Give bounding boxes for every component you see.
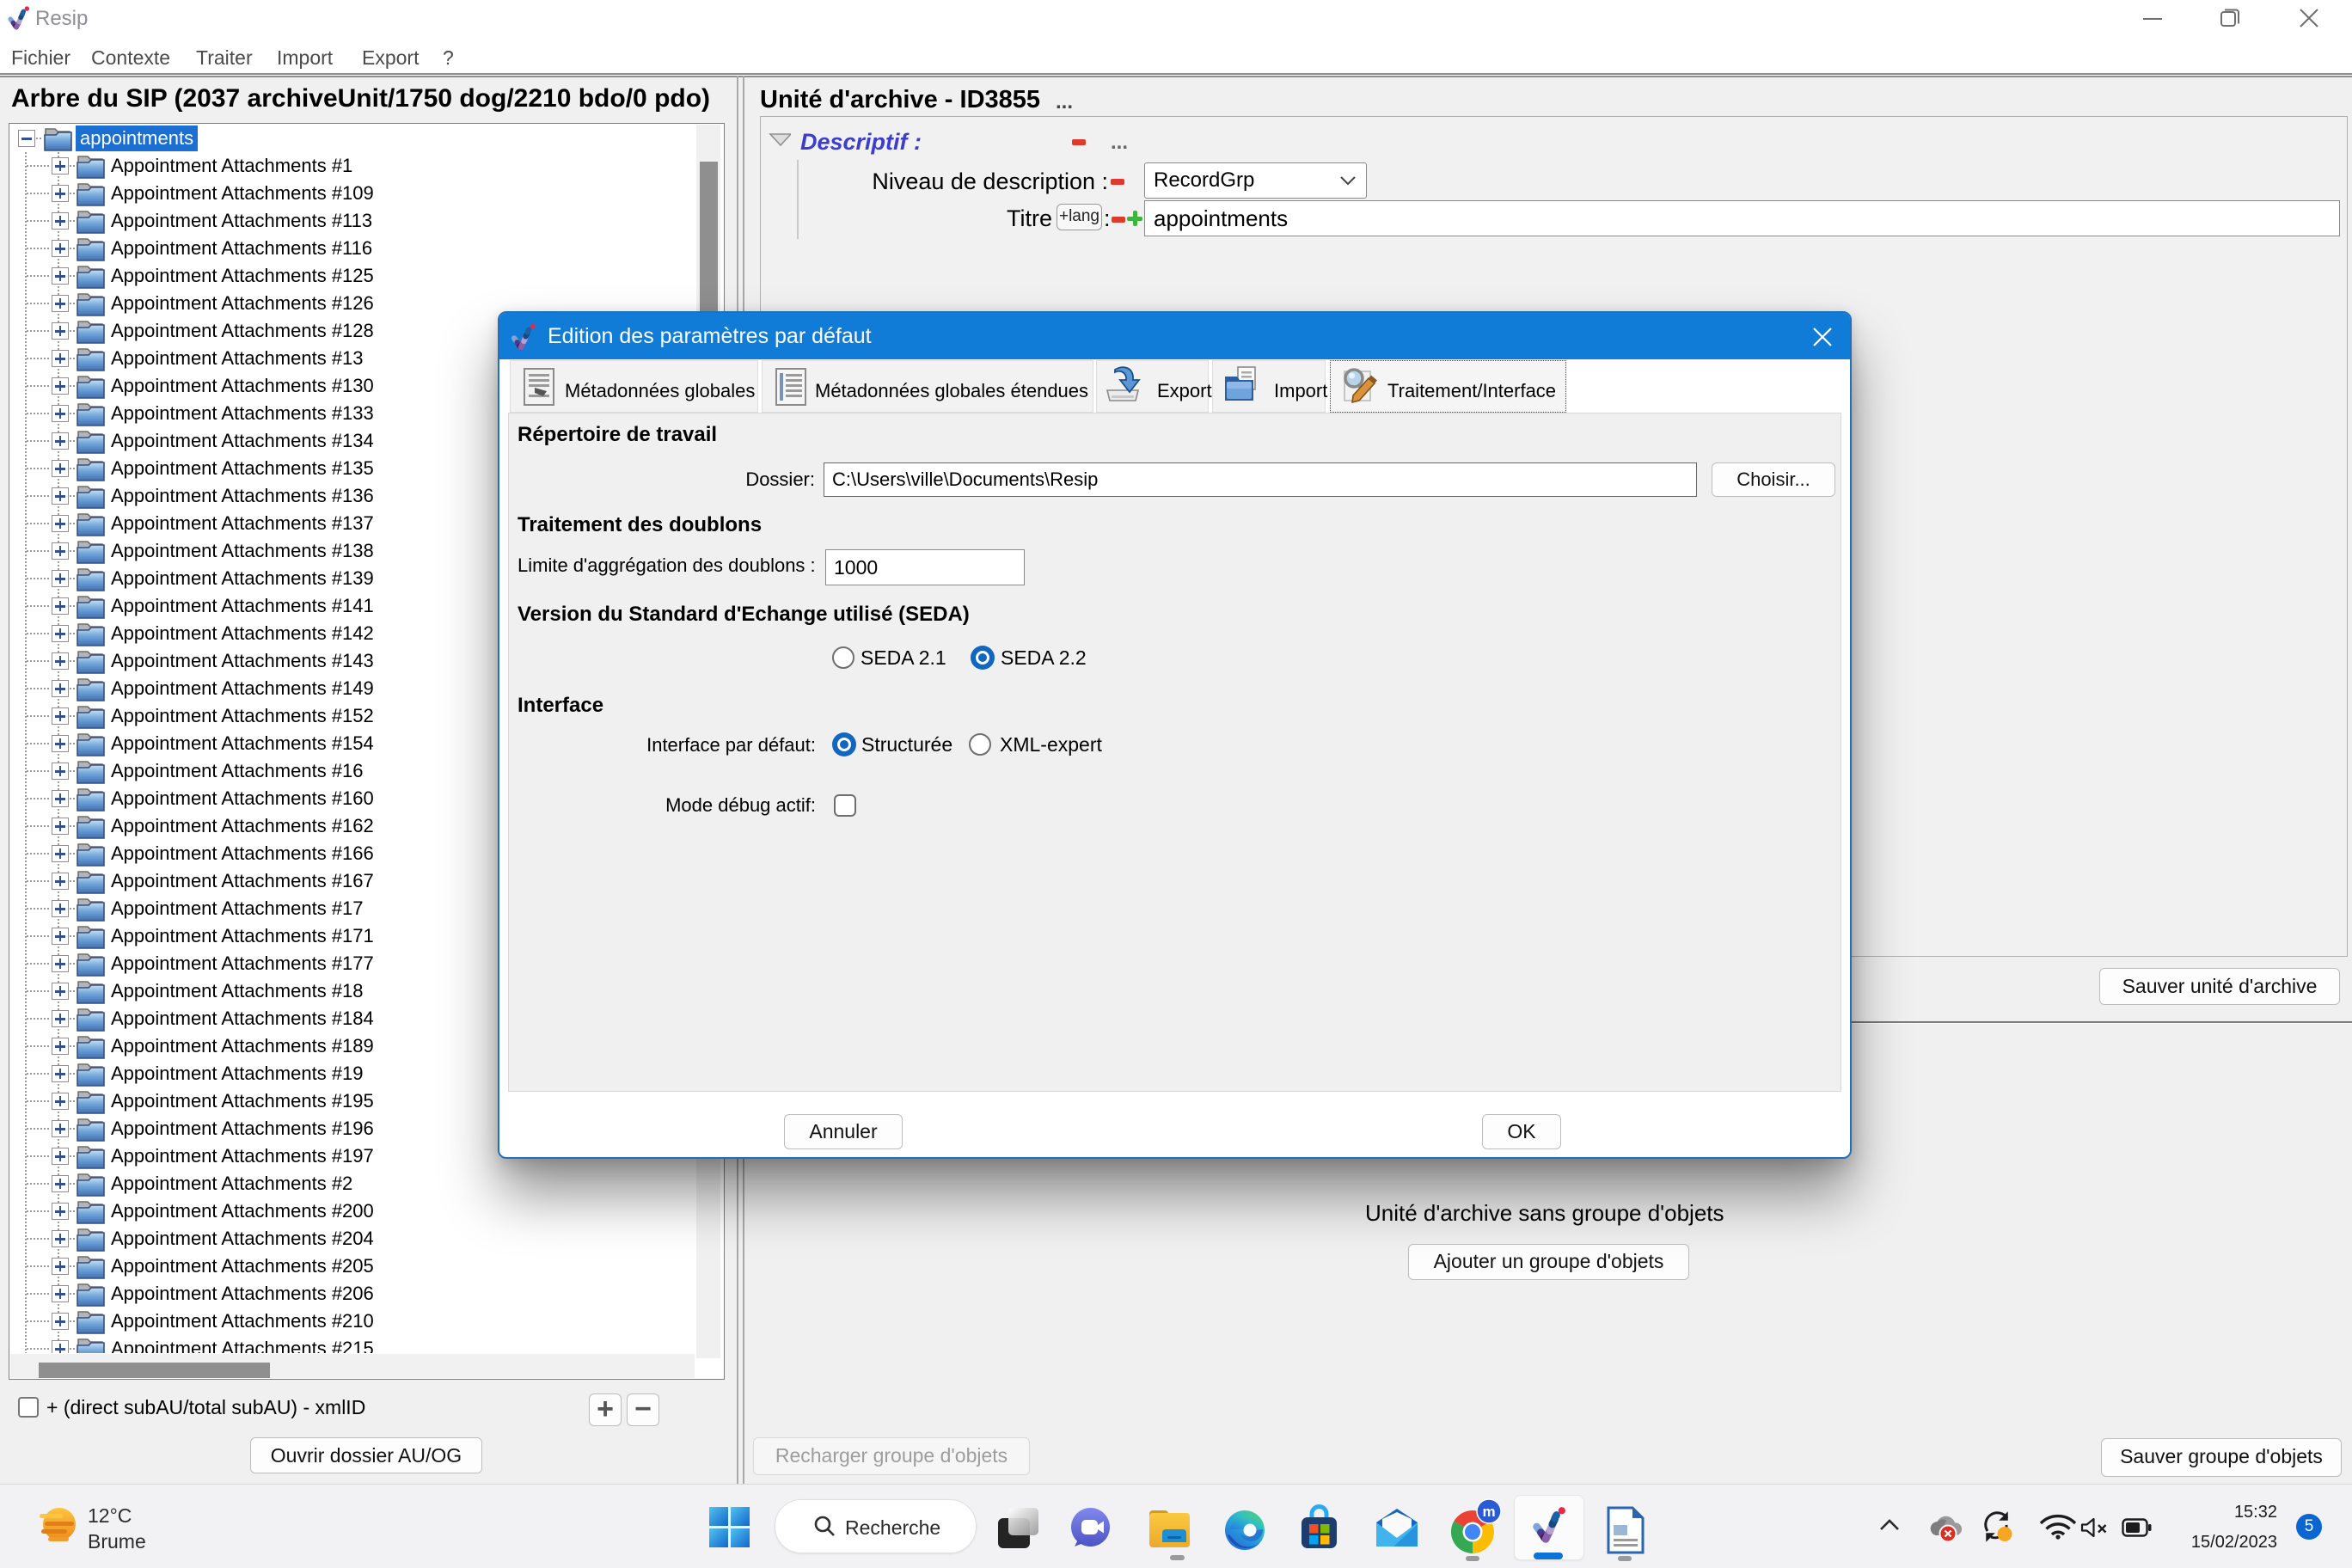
- svg-text:m: m: [1482, 1504, 1495, 1520]
